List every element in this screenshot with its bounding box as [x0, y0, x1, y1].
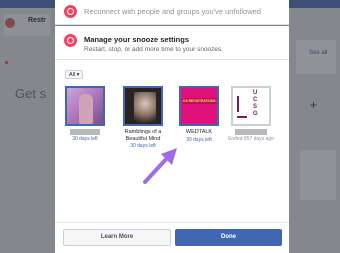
dialog-title: Manage your snooze settings: [84, 35, 190, 44]
learn-more-button[interactable]: Learn More: [63, 229, 171, 246]
tile-name: Ramblings of a Beautiful Mind: [124, 129, 162, 142]
left-card-label: Restr: [28, 17, 46, 24]
annotation-arrow-icon: [143, 148, 177, 184]
right-card-lower: [300, 150, 336, 200]
right-card: [296, 40, 336, 74]
notification-dot: [5, 61, 8, 64]
filter-value: All: [69, 72, 76, 78]
chevron-down-icon: ▾: [76, 72, 80, 78]
snooze-dialog: Manage your snooze settings Restart, sto…: [55, 26, 289, 253]
snooze-tile[interactable]: U C S G Ended 857 days ago: [227, 86, 275, 142]
reconnect-row[interactable]: Reconnect with people and groups you've …: [55, 0, 289, 25]
thumbnail-banner: OX REGISTRATIONS !: [183, 98, 217, 104]
redacted-name: [235, 129, 267, 135]
filter-dropdown[interactable]: All ▾: [65, 70, 84, 79]
tile-thumbnail: [123, 86, 163, 126]
tile-thumbnail: [65, 86, 105, 126]
dialog-subtitle: Restart, stop, or add more time to your …: [84, 46, 224, 53]
heart-icon: [64, 5, 77, 18]
restricted-icon: [5, 18, 15, 28]
tile-status: 30 days left: [186, 136, 212, 143]
left-column: [0, 8, 52, 253]
clock-icon: [64, 34, 77, 47]
tile-thumbnail: OX REGISTRATIONS !: [179, 86, 219, 126]
divider: [55, 59, 289, 60]
plus-icon[interactable]: +: [310, 98, 317, 112]
tile-name: WEDTALK: [185, 129, 213, 135]
snooze-tile[interactable]: Ramblings of a Beautiful Mind 30 days le…: [119, 86, 167, 149]
see-all-link[interactable]: See all: [309, 50, 327, 56]
background-heading: Get s: [15, 86, 47, 101]
reconnect-label: Reconnect with people and groups you've …: [84, 7, 261, 16]
snooze-tile[interactable]: 30 days left: [61, 86, 109, 142]
done-button[interactable]: Done: [175, 229, 282, 246]
tile-status: 30 days left: [72, 136, 98, 142]
tile-status: Ended 857 days ago: [228, 136, 274, 142]
snooze-tile[interactable]: OX REGISTRATIONS ! WEDTALK 30 days left: [175, 86, 223, 143]
tile-thumbnail: U C S G: [231, 86, 271, 126]
footer-divider: [55, 222, 289, 223]
redacted-name: [70, 129, 100, 135]
